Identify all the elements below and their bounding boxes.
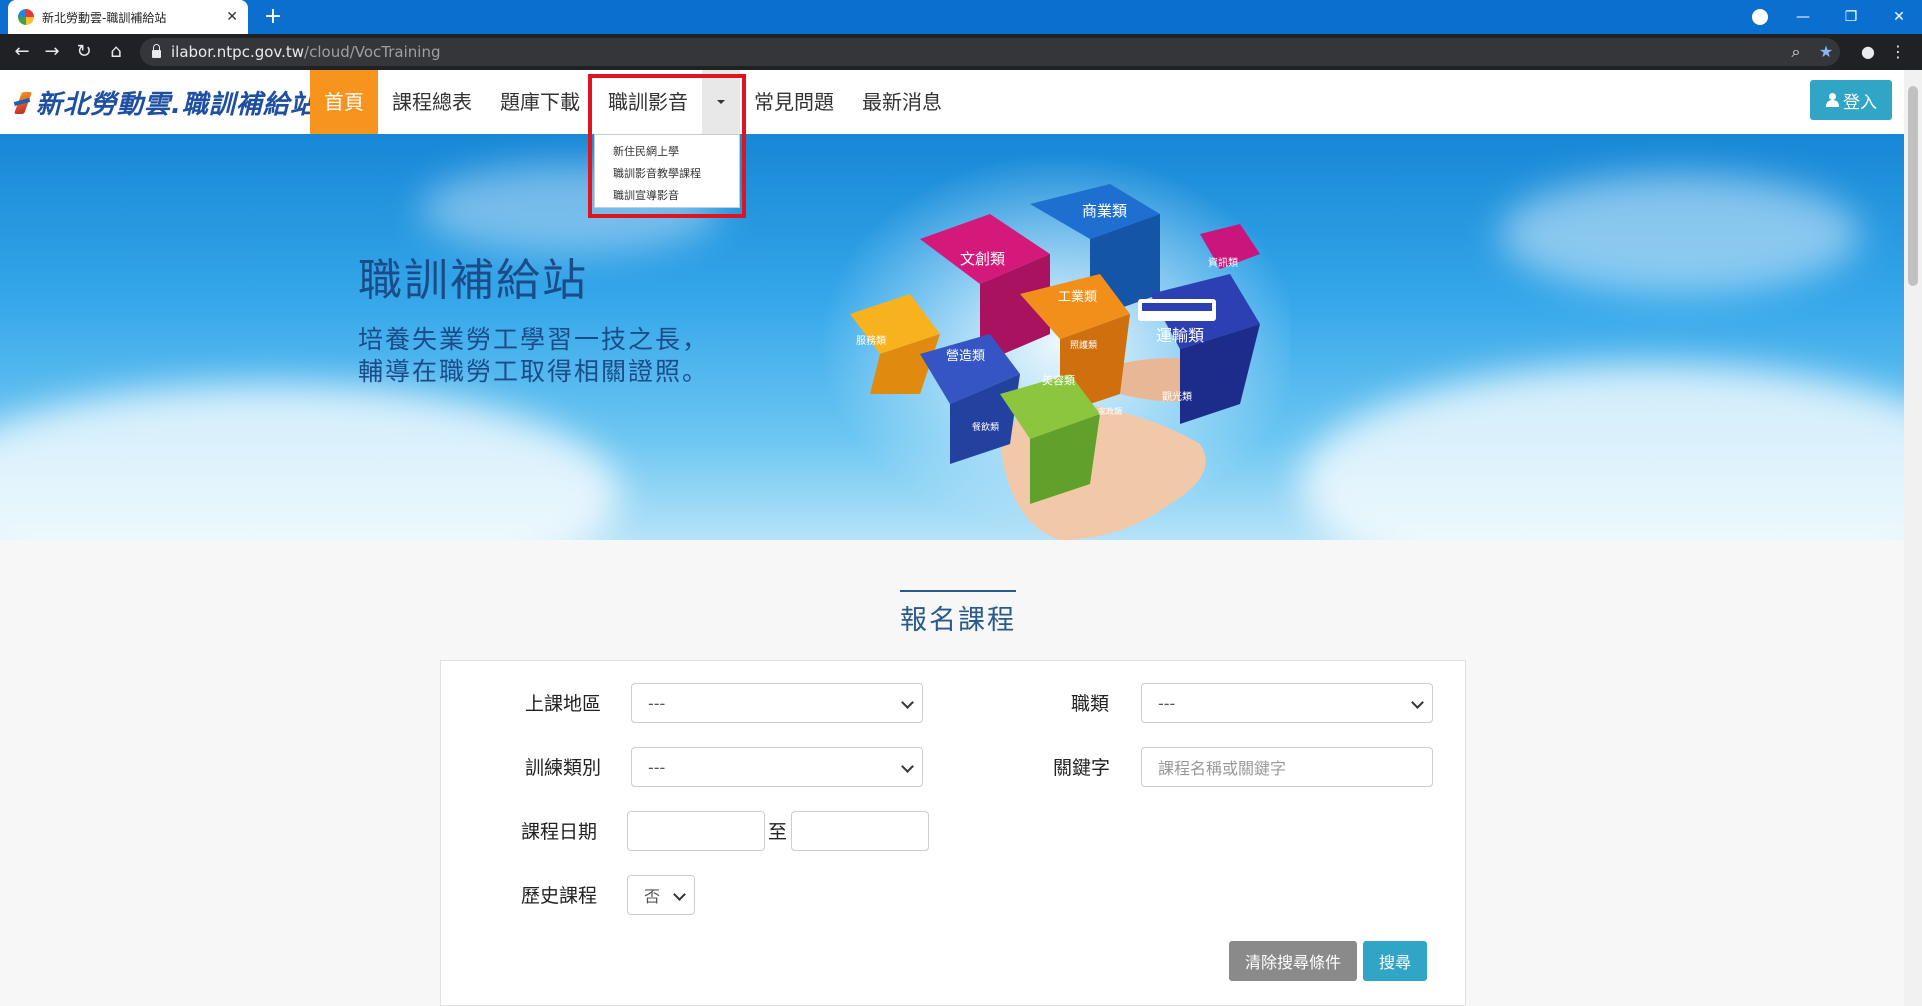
category-label: 工業類 xyxy=(1058,289,1097,305)
category-label: 資訊類 xyxy=(1208,256,1238,269)
nav-training-video-dropdown-toggle[interactable] xyxy=(702,70,740,134)
history-select-value: 否 xyxy=(644,887,661,906)
category-label: 觀光類 xyxy=(1162,390,1192,403)
chevron-down-icon xyxy=(1411,696,1424,709)
chevron-down-icon xyxy=(901,696,914,709)
login-label: 登入 xyxy=(1843,92,1877,113)
minimize-icon[interactable]: — xyxy=(1780,0,1826,34)
job-type-select-value: --- xyxy=(1158,693,1176,713)
caret-down-icon xyxy=(717,100,725,104)
category-label: 營造類 xyxy=(946,349,985,364)
nav-home[interactable]: 首頁 xyxy=(310,70,378,134)
banner-title: 職訓補給站 xyxy=(358,255,588,306)
date-from-input[interactable] xyxy=(627,811,765,851)
region-label: 上課地區 xyxy=(525,693,602,715)
keyword-label: 關鍵字 xyxy=(1053,757,1111,779)
category-label: 商業類 xyxy=(1082,202,1127,220)
login-button[interactable]: 登入 xyxy=(1810,80,1892,120)
page-viewport: 新北勞動雲.職訓補給站 首頁 課程總表 題庫下載 職訓影音 常見問題 最新消息 … xyxy=(0,70,1904,1006)
history-label: 歷史課程 xyxy=(521,885,598,907)
browser-tab[interactable]: 新北勞動雲-職訓補給站 ✕ xyxy=(8,0,248,34)
training-category-label: 訓練類別 xyxy=(525,757,602,779)
category-label: 文創類 xyxy=(960,250,1005,268)
course-search-form: 上課地區 --- 職類 --- 訓練類別 --- 關鍵字 課程名稱或關鍵字 課程… xyxy=(440,660,1466,1006)
site-logo[interactable]: 新北勞動雲.職訓補給站 xyxy=(14,86,317,120)
restore-icon[interactable]: ❐ xyxy=(1828,0,1874,34)
region-select-value: --- xyxy=(648,693,666,713)
banner-category-cubes-illustration: 商業類 文創類 資訊類 服務類 工業類 運輸類 營造類 照護類 美容類 觀光類 … xyxy=(820,154,1290,540)
url-host: ilabor.ntpc.gov.tw xyxy=(171,43,305,61)
banner-subtitle-line1: 培養失業勞工學習一技之長， xyxy=(358,325,710,354)
region-select[interactable]: --- xyxy=(631,683,923,723)
logo-mark-icon xyxy=(14,90,32,114)
scrollbar-thumb[interactable] xyxy=(1908,86,1918,286)
training-category-select[interactable]: --- xyxy=(631,747,923,787)
training-category-select-value: --- xyxy=(648,757,666,777)
category-label: 照護類 xyxy=(1070,339,1097,351)
dropdown-item-video-courses[interactable]: 職訓影音教學課程 xyxy=(613,163,721,185)
browser-tabstrip: 新北勞動雲-職訓補給站 ✕ + — ❐ ✕ xyxy=(0,0,1922,34)
clear-filters-button[interactable]: 清除搜尋條件 xyxy=(1229,941,1357,981)
nav-faq[interactable]: 常見問題 xyxy=(740,70,848,134)
tab-title: 新北勞動雲-職訓補給站 xyxy=(42,10,167,25)
category-label: 服務類 xyxy=(856,334,886,347)
site-header: 新北勞動雲.職訓補給站 首頁 課程總表 題庫下載 職訓影音 常見問題 最新消息 … xyxy=(0,70,1904,134)
job-type-select[interactable]: --- xyxy=(1141,683,1433,723)
category-label: 家政類 xyxy=(1098,406,1122,416)
date-to-label: 至 xyxy=(768,821,788,843)
history-select[interactable]: 否 xyxy=(627,875,695,915)
main-menu: 首頁 課程總表 題庫下載 職訓影音 常見問題 最新消息 xyxy=(310,70,956,134)
user-icon xyxy=(1825,93,1839,107)
lock-icon xyxy=(152,44,161,58)
bookmark-star-icon[interactable]: ★ xyxy=(1814,40,1838,64)
category-label: 美容類 xyxy=(1042,373,1075,387)
window-close-icon[interactable]: ✕ xyxy=(1876,0,1922,34)
category-label: 餐飲類 xyxy=(972,421,999,433)
profile-icon[interactable]: ● xyxy=(1856,40,1880,64)
forward-icon[interactable]: → xyxy=(40,40,64,64)
banner-subtitle-line2: 輔導在職勞工取得相關證照。 xyxy=(358,357,710,386)
dropdown-item-promo-videos[interactable]: 職訓宣導影音 xyxy=(613,185,721,207)
page-scrollbar[interactable] xyxy=(1904,70,1922,1006)
nav-course-schedule[interactable]: 課程總表 xyxy=(378,70,486,134)
category-label: 運輸類 xyxy=(1156,326,1204,345)
section-title: 報名課程 xyxy=(900,590,1016,637)
menu-kebab-icon[interactable]: ⋮ xyxy=(1886,40,1910,64)
banner-subtitle: 培養失業勞工學習一技之長， 輔導在職勞工取得相關證照。 xyxy=(358,324,709,388)
address-bar[interactable]: ilabor.ntpc.gov.tw /cloud/VocTraining xyxy=(140,38,1840,66)
date-until-input[interactable] xyxy=(791,811,929,851)
training-video-dropdown: 新住民網上學 職訓影音教學課程 職訓宣導影音 xyxy=(594,134,740,208)
banner-cloud xyxy=(1300,364,1904,540)
bus-windows xyxy=(1142,303,1212,311)
chevron-down-icon xyxy=(673,888,686,901)
chevron-down-icon xyxy=(901,760,914,773)
new-tab-icon[interactable]: + xyxy=(260,4,286,30)
dropdown-item-new-resident[interactable]: 新住民網上學 xyxy=(613,141,721,163)
hero-banner: 職訓補給站 培養失業勞工學習一技之長， 輔導在職勞工取得相關證照。 商業類 文創… xyxy=(0,134,1904,540)
nav-news[interactable]: 最新消息 xyxy=(848,70,956,134)
course-date-label: 課程日期 xyxy=(521,821,598,843)
search-button[interactable]: 搜尋 xyxy=(1363,941,1427,981)
back-icon[interactable]: ← xyxy=(10,40,34,64)
nav-training-video[interactable]: 職訓影音 xyxy=(594,70,702,134)
reload-icon[interactable]: ↻ xyxy=(72,40,96,64)
zoom-icon[interactable]: ⌕ xyxy=(1784,40,1808,64)
home-icon[interactable]: ⌂ xyxy=(104,40,128,64)
tab-search-icon[interactable] xyxy=(1752,9,1768,25)
job-type-label: 職類 xyxy=(1071,693,1110,715)
url-path: /cloud/VocTraining xyxy=(304,43,441,61)
banner-cloud xyxy=(0,384,620,540)
keyword-input[interactable]: 課程名稱或關鍵字 xyxy=(1141,747,1433,787)
browser-toolbar: ← → ↻ ⌂ ilabor.ntpc.gov.tw /cloud/VocTra… xyxy=(0,34,1922,70)
banner-cloud xyxy=(1500,174,1860,294)
site-favicon-icon xyxy=(18,9,34,25)
nav-question-bank[interactable]: 題庫下載 xyxy=(486,70,594,134)
logo-text: 新北勞動雲.職訓補給站 xyxy=(36,89,317,120)
tab-close-icon[interactable]: ✕ xyxy=(226,9,238,25)
